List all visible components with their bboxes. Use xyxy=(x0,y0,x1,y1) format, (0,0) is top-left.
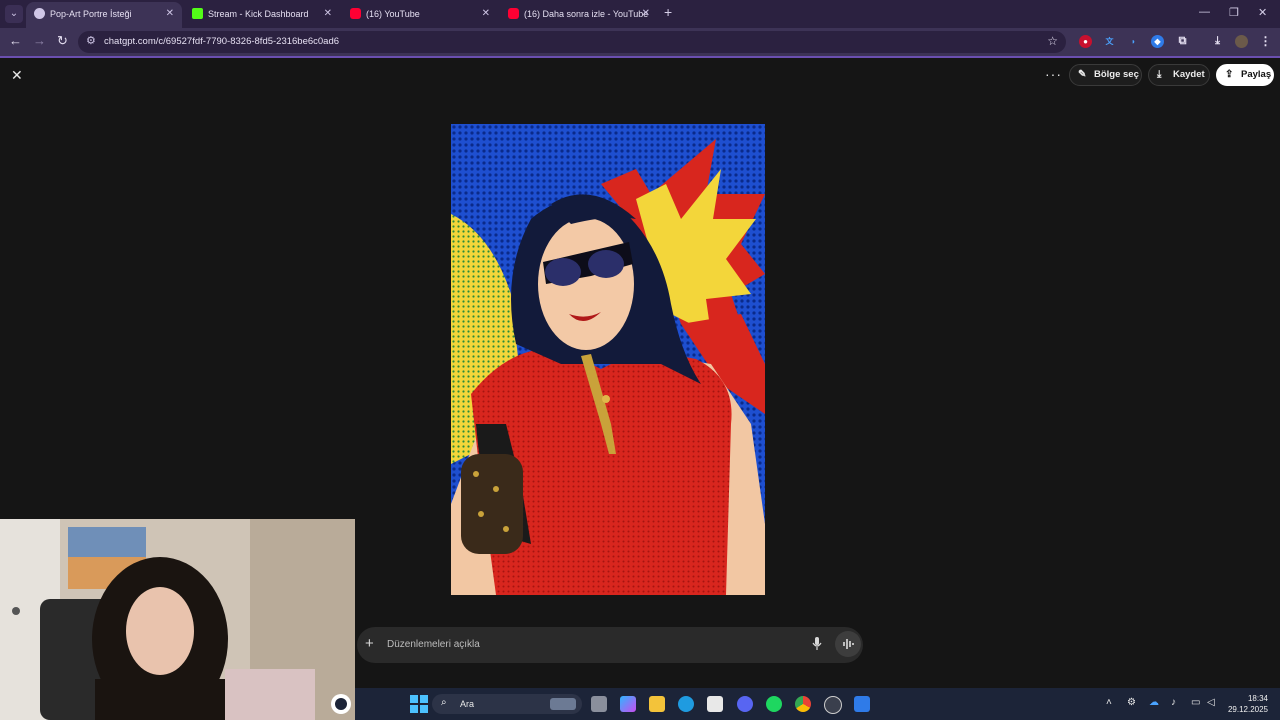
bookmark-star-icon[interactable]: ☆ xyxy=(1047,34,1058,48)
download-icon[interactable]: ⤓ xyxy=(1211,35,1224,48)
webcam-overlay xyxy=(0,519,355,720)
close-tab-icon[interactable]: ✕ xyxy=(166,2,174,26)
add-attachment-icon[interactable]: + xyxy=(365,635,374,652)
share-icon: ⇪ xyxy=(1225,69,1234,80)
back-icon[interactable]: ← xyxy=(9,33,22,48)
tab-kick[interactable]: Stream - Kick Dashboard ✕ xyxy=(184,2,340,28)
tab-chatgpt[interactable]: Pop-Art Portre İsteği ✕ xyxy=(26,2,182,28)
photos-icon[interactable] xyxy=(854,696,870,712)
kick-icon xyxy=(192,8,203,19)
save-button[interactable]: ⤓ Kaydet xyxy=(1148,64,1210,86)
discord-icon[interactable] xyxy=(737,696,753,712)
share-button[interactable]: ⇪ Paylaş xyxy=(1216,64,1274,86)
extensions-puzzle-icon[interactable]: ⧉ xyxy=(1176,35,1189,48)
restore-icon[interactable]: ❐ xyxy=(1229,6,1239,19)
tab-watch-later[interactable]: (16) Daha sonra izle - YouTube ✕ xyxy=(500,2,658,28)
edit-prompt-bar[interactable]: + Düzenlemeleri açıkla xyxy=(357,627,863,663)
tab-search-button[interactable]: ⌄ xyxy=(5,5,23,23)
close-tab-icon[interactable]: ✕ xyxy=(324,2,332,26)
microsoft-store-icon[interactable] xyxy=(707,696,723,712)
minimize-icon[interactable]: — xyxy=(1199,6,1210,18)
tray-app-icon[interactable]: ⚙ xyxy=(1127,697,1136,708)
tray-cloud-icon[interactable]: ☁ xyxy=(1149,697,1159,708)
tray-chevron-icon[interactable]: ˄ xyxy=(1106,697,1112,708)
obs-icon[interactable] xyxy=(330,693,352,715)
extension-red-icon[interactable]: ● xyxy=(1079,35,1092,48)
task-view-icon[interactable] xyxy=(591,696,607,712)
file-explorer-icon[interactable] xyxy=(649,696,665,712)
chrome-icon[interactable] xyxy=(795,696,811,712)
close-window-icon[interactable]: ✕ xyxy=(1258,6,1267,19)
more-options-icon[interactable]: ··· xyxy=(1045,66,1062,82)
extension-translate-icon[interactable]: 文 xyxy=(1103,35,1116,48)
save-label: Kaydet xyxy=(1173,69,1205,80)
select-region-button[interactable]: ✎ Bölge seç xyxy=(1069,64,1142,86)
extension-blue-icon[interactable]: ◆ xyxy=(1151,35,1164,48)
site-info-icon[interactable]: ⚙ xyxy=(86,34,96,47)
toolbar-divider xyxy=(0,56,1280,58)
share-label: Paylaş xyxy=(1241,69,1272,80)
address-bar[interactable]: ⚙ chatgpt.com/c/69527fdf-7790-8326-8fd5-… xyxy=(78,31,1066,53)
tray-mic-icon[interactable]: ♪ xyxy=(1171,697,1176,708)
taskbar-search[interactable]: ⌕ Ara xyxy=(432,694,582,714)
chatgpt-icon xyxy=(34,8,45,19)
obs-studio-icon[interactable] xyxy=(824,696,842,714)
windows-start-icon[interactable] xyxy=(410,695,428,713)
brush-icon: ✎ xyxy=(1078,69,1087,80)
forward-icon[interactable]: → xyxy=(33,33,46,48)
youtube-icon xyxy=(350,8,361,19)
copilot-icon[interactable] xyxy=(620,696,636,712)
close-tab-icon[interactable]: ✕ xyxy=(482,2,490,26)
prompt-placeholder: Düzenlemeleri açıkla xyxy=(387,639,480,650)
reload-icon[interactable]: ↻ xyxy=(57,33,68,49)
pop-art-portrait xyxy=(451,124,765,595)
webcam-feed xyxy=(0,519,355,720)
browser-toolbar: ← → ↻ ⚙ chatgpt.com/c/69527fdf-7790-8326… xyxy=(0,28,1280,56)
select-region-label: Bölge seç xyxy=(1094,69,1139,80)
profile-avatar[interactable] xyxy=(1235,35,1248,48)
tab-title: Pop-Art Portre İsteği xyxy=(50,9,132,19)
search-icon: ⌕ xyxy=(441,697,447,708)
spotify-icon[interactable] xyxy=(766,696,782,712)
extension-audio-icon[interactable]: ◗ xyxy=(1127,35,1140,48)
clock-date: 29.12.2025 xyxy=(1227,705,1268,714)
youtube-icon xyxy=(508,8,519,19)
edge-icon[interactable] xyxy=(678,696,694,712)
generated-image xyxy=(451,124,765,595)
tab-strip: ⌄ Pop-Art Portre İsteği ✕ Stream - Kick … xyxy=(0,0,1280,28)
close-viewer-icon[interactable]: ✕ xyxy=(11,67,23,84)
tab-youtube[interactable]: (16) YouTube ✕ xyxy=(342,2,498,28)
tab-title: (16) YouTube xyxy=(366,9,420,19)
taskbar-clock[interactable]: 18:34 29.12.2025 xyxy=(1222,693,1268,715)
new-tab-button[interactable]: + xyxy=(664,4,672,20)
voice-mode-button[interactable] xyxy=(835,631,861,657)
waveform-icon xyxy=(843,639,854,649)
download-icon: ⤓ xyxy=(1157,69,1162,80)
tab-title: Stream - Kick Dashboard xyxy=(208,9,309,19)
network-icon[interactable]: ▭ xyxy=(1191,697,1200,708)
search-label: Ara xyxy=(460,699,475,709)
url-text: chatgpt.com/c/69527fdf-7790-8326-8fd5-23… xyxy=(104,36,340,47)
clock-time: 18:34 xyxy=(1247,694,1268,703)
microphone-icon[interactable] xyxy=(811,637,823,651)
volume-icon[interactable]: ◁ xyxy=(1207,697,1215,708)
close-tab-icon[interactable]: ✕ xyxy=(642,2,650,26)
search-highlight-icon xyxy=(550,698,576,710)
tab-title: (16) Daha sonra izle - YouTube xyxy=(524,9,649,19)
browser-menu-icon[interactable]: ⋮ xyxy=(1259,35,1272,48)
